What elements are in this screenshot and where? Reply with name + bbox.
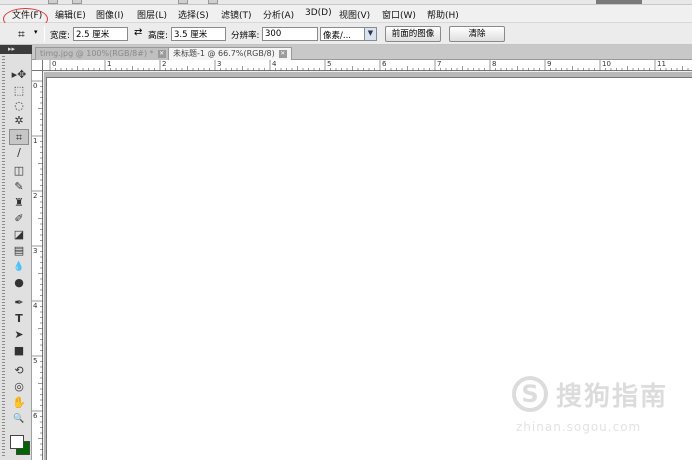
crop-tool-preset-icon[interactable]: ⌗	[18, 27, 25, 42]
history-brush-tool-icon[interactable]: ✐	[9, 211, 29, 227]
ruler-number: 1	[33, 137, 38, 145]
menu-bar: 文件(F) 编辑(E) 图像(I) 图层(L) 选择(S) 滤镜(T) 分析(A…	[0, 5, 692, 30]
height-field[interactable]	[171, 27, 226, 41]
ruler-origin[interactable]	[32, 60, 43, 71]
ruler-number: 0	[52, 60, 57, 68]
toolbox-panel: ▸▸ ▸✥ ⬚ ◌ ✲ ⌗ ∕ ◫ ✎ ♜ ✐ ◪ ▤ 💧 ● ✒ T ➤ ■ …	[0, 45, 32, 460]
ruler-number: 4	[272, 60, 277, 68]
ruler-number: 6	[33, 412, 38, 420]
move-tool-icon[interactable]: ▸✥	[9, 67, 29, 83]
menu-image[interactable]: 图像(I)	[96, 8, 124, 21]
horizontal-ruler[interactable]: 0 1 2 3 4 5 6 7 8 9 10 11	[43, 60, 692, 71]
height-label: 高度:	[148, 31, 168, 41]
dodge-tool-icon[interactable]: ●	[9, 275, 29, 291]
front-image-button[interactable]: 前面的图像	[385, 26, 441, 42]
menu-analysis[interactable]: 分析(A)	[263, 8, 294, 21]
blur-tool-icon[interactable]: 💧	[9, 259, 29, 275]
menu-window[interactable]: 窗口(W)	[382, 8, 416, 21]
resolution-field[interactable]	[262, 27, 318, 41]
document-canvas[interactable]	[46, 77, 692, 460]
menu-3d[interactable]: 3D(D)	[305, 8, 332, 18]
path-selection-tool-icon[interactable]: ➤	[9, 327, 29, 343]
resolution-label: 分辨率:	[231, 31, 260, 41]
menu-view[interactable]: 视图(V)	[339, 8, 370, 21]
zoom-tool-icon[interactable]: 🔍	[9, 411, 29, 427]
hand-tool-icon[interactable]: ✋	[9, 395, 29, 411]
width-field[interactable]	[73, 27, 128, 41]
ruler-number: 8	[492, 60, 497, 68]
options-bar: ⌗ ▾ 宽度: ⇄ 高度: 分辨率: 像素/... ▼ 前面的图像 清除	[0, 23, 692, 45]
magic-wand-tool-icon[interactable]: ✲	[9, 113, 29, 129]
color-swatches[interactable]	[8, 432, 32, 460]
resolution-unit-select[interactable]: 像素/... ▼	[320, 27, 377, 41]
doc-tab-timg[interactable]: timg.jpg @ 100%(RGB/8#) * ✕	[35, 47, 171, 60]
doc-tab-label: 未标题-1 @ 66.7%(RGB/8)	[173, 49, 275, 58]
menu-filter[interactable]: 滤镜(T)	[221, 8, 252, 21]
menu-select[interactable]: 选择(S)	[178, 8, 209, 21]
swap-arrows-icon[interactable]: ⇄	[134, 27, 142, 38]
title-strip-nub	[208, 0, 218, 4]
ruler-number: 3	[217, 60, 222, 68]
vertical-ruler[interactable]: 0 1 2 3 4 5 6	[32, 71, 43, 460]
close-icon[interactable]: ✕	[157, 49, 166, 58]
doc-tab-untitled[interactable]: 未标题-1 @ 66.7%(RGB/8) ✕	[168, 47, 292, 60]
resolution-unit-value: 像素/...	[323, 31, 351, 41]
brush-tool-icon[interactable]: ✎	[9, 179, 29, 195]
healing-brush-tool-icon[interactable]: ◫	[9, 163, 29, 179]
ruler-number: 5	[327, 60, 332, 68]
ruler-number: 11	[657, 60, 666, 68]
document-workarea[interactable]	[44, 72, 692, 460]
ruler-number: 0	[33, 82, 38, 90]
ruler-number: 10	[602, 60, 611, 68]
title-strip-nub	[72, 0, 82, 4]
toolbox-gripper[interactable]: ▸▸	[0, 45, 32, 54]
menu-edit[interactable]: 编辑(E)	[55, 8, 86, 21]
width-label: 宽度:	[50, 31, 70, 41]
ruler-number: 6	[382, 60, 387, 68]
ruler-number: 5	[33, 357, 38, 365]
lasso-tool-icon[interactable]: ◌	[9, 98, 29, 114]
foreground-color-swatch[interactable]	[10, 435, 24, 449]
document-tab-bar: timg.jpg @ 100%(RGB/8#) * ✕ 未标题-1 @ 66.7%…	[32, 45, 692, 60]
3d-orbit-tool-icon[interactable]: ◎	[9, 379, 29, 395]
ruler-number: 4	[33, 302, 38, 310]
title-strip-nub	[178, 0, 188, 4]
gradient-tool-icon[interactable]: ▤	[9, 243, 29, 259]
eraser-tool-icon[interactable]: ◪	[9, 227, 29, 243]
vertical-ruler-ticks	[32, 80, 43, 456]
ruler-number: 9	[547, 60, 552, 68]
ruler-number: 7	[437, 60, 442, 68]
menu-file[interactable]: 文件(F)	[12, 8, 42, 21]
separator	[44, 26, 45, 42]
expand-icon[interactable]: ▸▸	[8, 45, 15, 54]
doc-tab-label: timg.jpg @ 100%(RGB/8#) *	[40, 49, 154, 58]
pen-tool-icon[interactable]: ✒	[9, 295, 29, 311]
ruler-number: 2	[162, 60, 167, 68]
clone-stamp-tool-icon[interactable]: ♜	[9, 195, 29, 211]
toolbox-grip-strip[interactable]	[2, 56, 5, 456]
close-icon[interactable]: ✕	[278, 49, 287, 58]
title-strip-nub	[48, 0, 58, 4]
type-tool-icon[interactable]: T	[9, 311, 29, 327]
ruler-number: 3	[33, 247, 38, 255]
horizontal-ruler-ticks	[49, 60, 689, 71]
ruler-number: 2	[33, 192, 38, 200]
3d-rotate-tool-icon[interactable]: ⟲	[9, 363, 29, 379]
ruler-number: 1	[107, 60, 112, 68]
menu-help[interactable]: 帮助(H)	[427, 8, 459, 21]
chevron-down-icon[interactable]: ▾	[34, 28, 38, 36]
workspace-button[interactable]	[596, 0, 642, 4]
crop-tool-icon[interactable]: ⌗	[9, 129, 29, 145]
eyedropper-tool-icon[interactable]: ∕	[9, 145, 29, 161]
marquee-tool-icon[interactable]: ⬚	[9, 83, 29, 99]
shape-tool-icon[interactable]: ■	[9, 343, 29, 359]
clear-button[interactable]: 清除	[449, 26, 505, 42]
chevron-down-icon[interactable]: ▼	[364, 28, 376, 40]
menu-layer[interactable]: 图层(L)	[137, 8, 167, 21]
